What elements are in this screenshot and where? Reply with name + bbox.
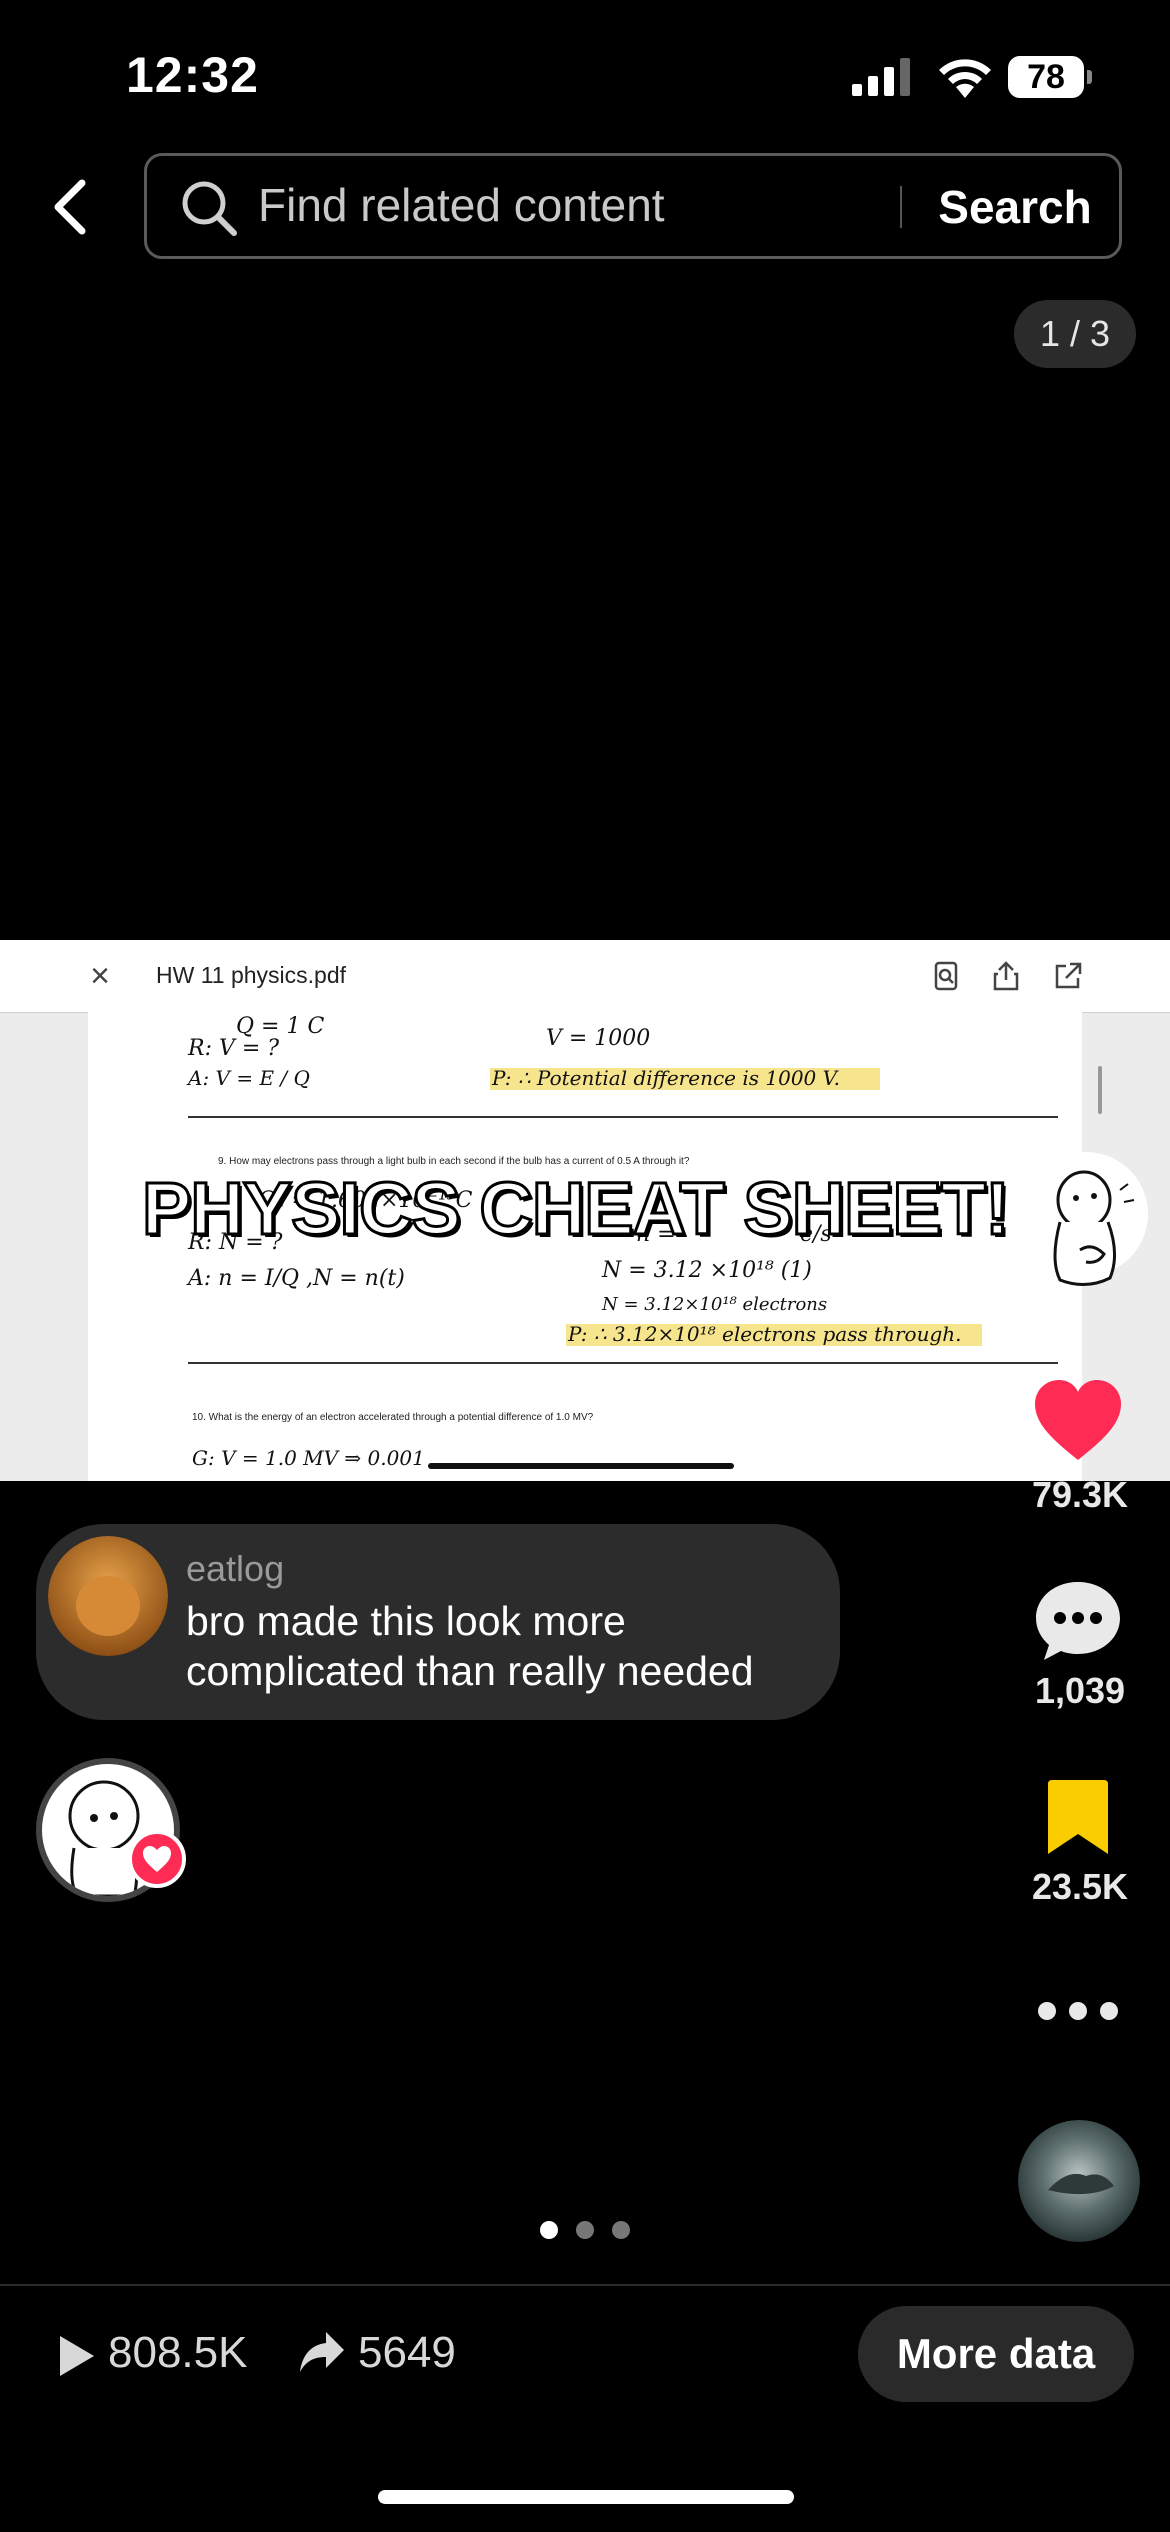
bookmark-icon[interactable] [1044, 1778, 1112, 1856]
page-counter: 1 / 3 [1014, 300, 1136, 368]
video-overlay-text: PHYSICS CHEAT SHEET! [141, 1166, 1012, 1252]
find-in-document-icon [934, 961, 958, 991]
home-indicator [378, 2490, 794, 2504]
comment-icon[interactable] [1034, 1578, 1122, 1662]
search-icon [182, 181, 237, 236]
heart-icon [143, 1846, 171, 1872]
handwriting: N = 3.12×10¹⁸ electrons [602, 1294, 828, 1315]
cellular-signal-icon [852, 58, 910, 96]
handwriting: R: V = ? [188, 1036, 280, 1061]
more-data-button[interactable]: More data [858, 2306, 1134, 2402]
pdf-scrollbar [1098, 1066, 1102, 1114]
pdf-file-name: HW 11 physics.pdf [156, 962, 347, 988]
search-divider [900, 186, 902, 228]
share-icon [993, 961, 1019, 991]
carousel-dot-1[interactable] [540, 2221, 558, 2239]
comment-count: 1,039 [1034, 1670, 1126, 1711]
bottom-divider [0, 2284, 1170, 2286]
handwriting: P: ∴ 3.12×10¹⁸ electrons pass through. [568, 1322, 962, 1346]
media-progress-bar [428, 1463, 734, 1469]
bookmark-count: 23.5K [1031, 1866, 1129, 1907]
like-count: 79.3K [1031, 1474, 1129, 1515]
pdf-toolbar: × HW 11 physics.pdf [0, 940, 1170, 1013]
handwriting: A: V = E / Q [188, 1066, 310, 1090]
views-count: 808.5K [108, 2328, 248, 2377]
handwriting: P: ∴ Potential difference is 1000 V. [492, 1066, 840, 1090]
carousel-dot-3[interactable] [612, 2221, 630, 2239]
comment-text: bro made this look more complicated than… [186, 1598, 754, 1694]
handwriting: A: n = I/Q ,N = n(t) [188, 1266, 405, 1291]
commenter-username: eatlog [186, 1548, 285, 1589]
wifi-icon [939, 59, 991, 98]
album-art-icon [1018, 2120, 1140, 2242]
heart-icon[interactable] [1033, 1378, 1123, 1462]
follow-badge[interactable] [128, 1830, 186, 1888]
creator-sticker [1024, 1152, 1148, 1286]
handwriting: N = 3.12 ×10¹⁸ (1) [602, 1258, 812, 1283]
status-time: 12:32 [126, 47, 259, 103]
close-icon: × [90, 957, 110, 995]
battery-icon: 78 [1008, 56, 1092, 98]
chevron-left-icon [54, 179, 86, 235]
more-options-icon[interactable] [1036, 2000, 1120, 2022]
question-10: 10. What is the energy of an electron ac… [192, 1412, 594, 1423]
open-external-icon [1055, 962, 1082, 989]
handwriting: G: V = 1.0 MV ⇒ 0.001 [192, 1446, 425, 1470]
shares-count: 5649 [358, 2328, 456, 2377]
carousel-dot-2[interactable] [576, 2221, 594, 2239]
share-arrow-icon [300, 2332, 344, 2372]
handwriting: V = 1000 [546, 1026, 651, 1051]
music-disc[interactable] [1018, 2120, 1140, 2242]
commenter-avatar[interactable] [48, 1536, 168, 1656]
back-button[interactable] [40, 172, 100, 242]
search-button[interactable]: Search [920, 176, 1110, 238]
search-input[interactable] [258, 172, 878, 238]
battery-level: 78 [1008, 56, 1084, 98]
play-icon [60, 2336, 94, 2376]
avatar-image-icon [48, 1536, 168, 1656]
